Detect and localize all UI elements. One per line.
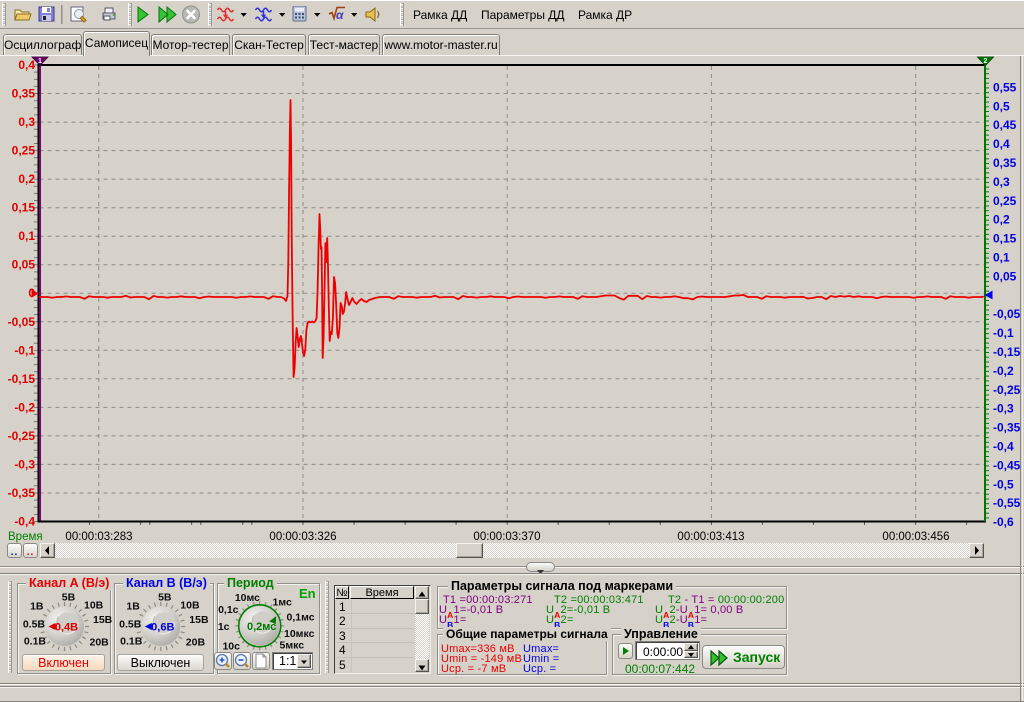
svg-text:0,4: 0,4	[18, 58, 35, 72]
svg-text:-0,15: -0,15	[8, 372, 36, 386]
svg-text:-0,05: -0,05	[993, 307, 1021, 321]
svg-text:-0,35: -0,35	[993, 421, 1021, 435]
svg-text:0,35: 0,35	[993, 156, 1017, 170]
svg-text:0,3: 0,3	[18, 115, 35, 129]
svg-text:α: α	[336, 8, 344, 22]
svg-text:-0,25: -0,25	[8, 429, 36, 443]
svg-text:-0,35: -0,35	[8, 486, 36, 500]
svg-text:-0,15: -0,15	[993, 345, 1021, 359]
svg-text:00:00:03:456: 00:00:03:456	[882, 531, 949, 543]
svg-text:00:00:03:413: 00:00:03:413	[677, 531, 744, 543]
svg-text:-0,1: -0,1	[14, 343, 35, 357]
svg-text:0,5: 0,5	[993, 99, 1010, 113]
svg-text:0,1: 0,1	[993, 251, 1010, 265]
svg-text:-0,45: -0,45	[993, 458, 1021, 472]
svg-text:0,25: 0,25	[12, 144, 36, 158]
svg-text:-0,2: -0,2	[14, 400, 35, 414]
svg-text:-0,05: -0,05	[8, 315, 36, 329]
svg-text:0,05: 0,05	[12, 258, 36, 272]
svg-text:0,55: 0,55	[993, 80, 1017, 94]
svg-text:0,15: 0,15	[993, 232, 1017, 246]
svg-text:0,45: 0,45	[993, 118, 1017, 132]
svg-text:0,25: 0,25	[993, 194, 1017, 208]
svg-text:-0,25: -0,25	[993, 383, 1021, 397]
svg-text:2: 2	[984, 58, 988, 65]
svg-text:0,15: 0,15	[12, 201, 36, 215]
svg-text:0,3: 0,3	[993, 175, 1010, 189]
svg-text:-0,3: -0,3	[993, 402, 1014, 416]
svg-text:0,4: 0,4	[993, 137, 1010, 151]
svg-text:1: 1	[38, 58, 42, 65]
svg-text:-0,2: -0,2	[993, 364, 1014, 378]
svg-text:-0,1: -0,1	[993, 326, 1014, 340]
svg-text:-0,55: -0,55	[993, 496, 1021, 510]
svg-text:0,2: 0,2	[18, 172, 35, 186]
svg-text:-0,5: -0,5	[993, 477, 1014, 491]
svg-text:0,35: 0,35	[12, 87, 36, 101]
svg-text:-0,6: -0,6	[993, 515, 1014, 529]
svg-text:00:00:03:370: 00:00:03:370	[473, 531, 540, 543]
svg-text:-0,4: -0,4	[14, 515, 35, 529]
svg-text:-0,4: -0,4	[993, 440, 1014, 454]
svg-text:-0,3: -0,3	[14, 457, 35, 471]
svg-text:00:00:03:326: 00:00:03:326	[269, 531, 336, 543]
svg-text:00:00:03:283: 00:00:03:283	[65, 531, 132, 543]
svg-text:0,1: 0,1	[18, 229, 35, 243]
svg-text:0,2: 0,2	[993, 213, 1010, 227]
svg-text:0,05: 0,05	[993, 269, 1017, 283]
svg-text:Время: Время	[8, 531, 43, 543]
